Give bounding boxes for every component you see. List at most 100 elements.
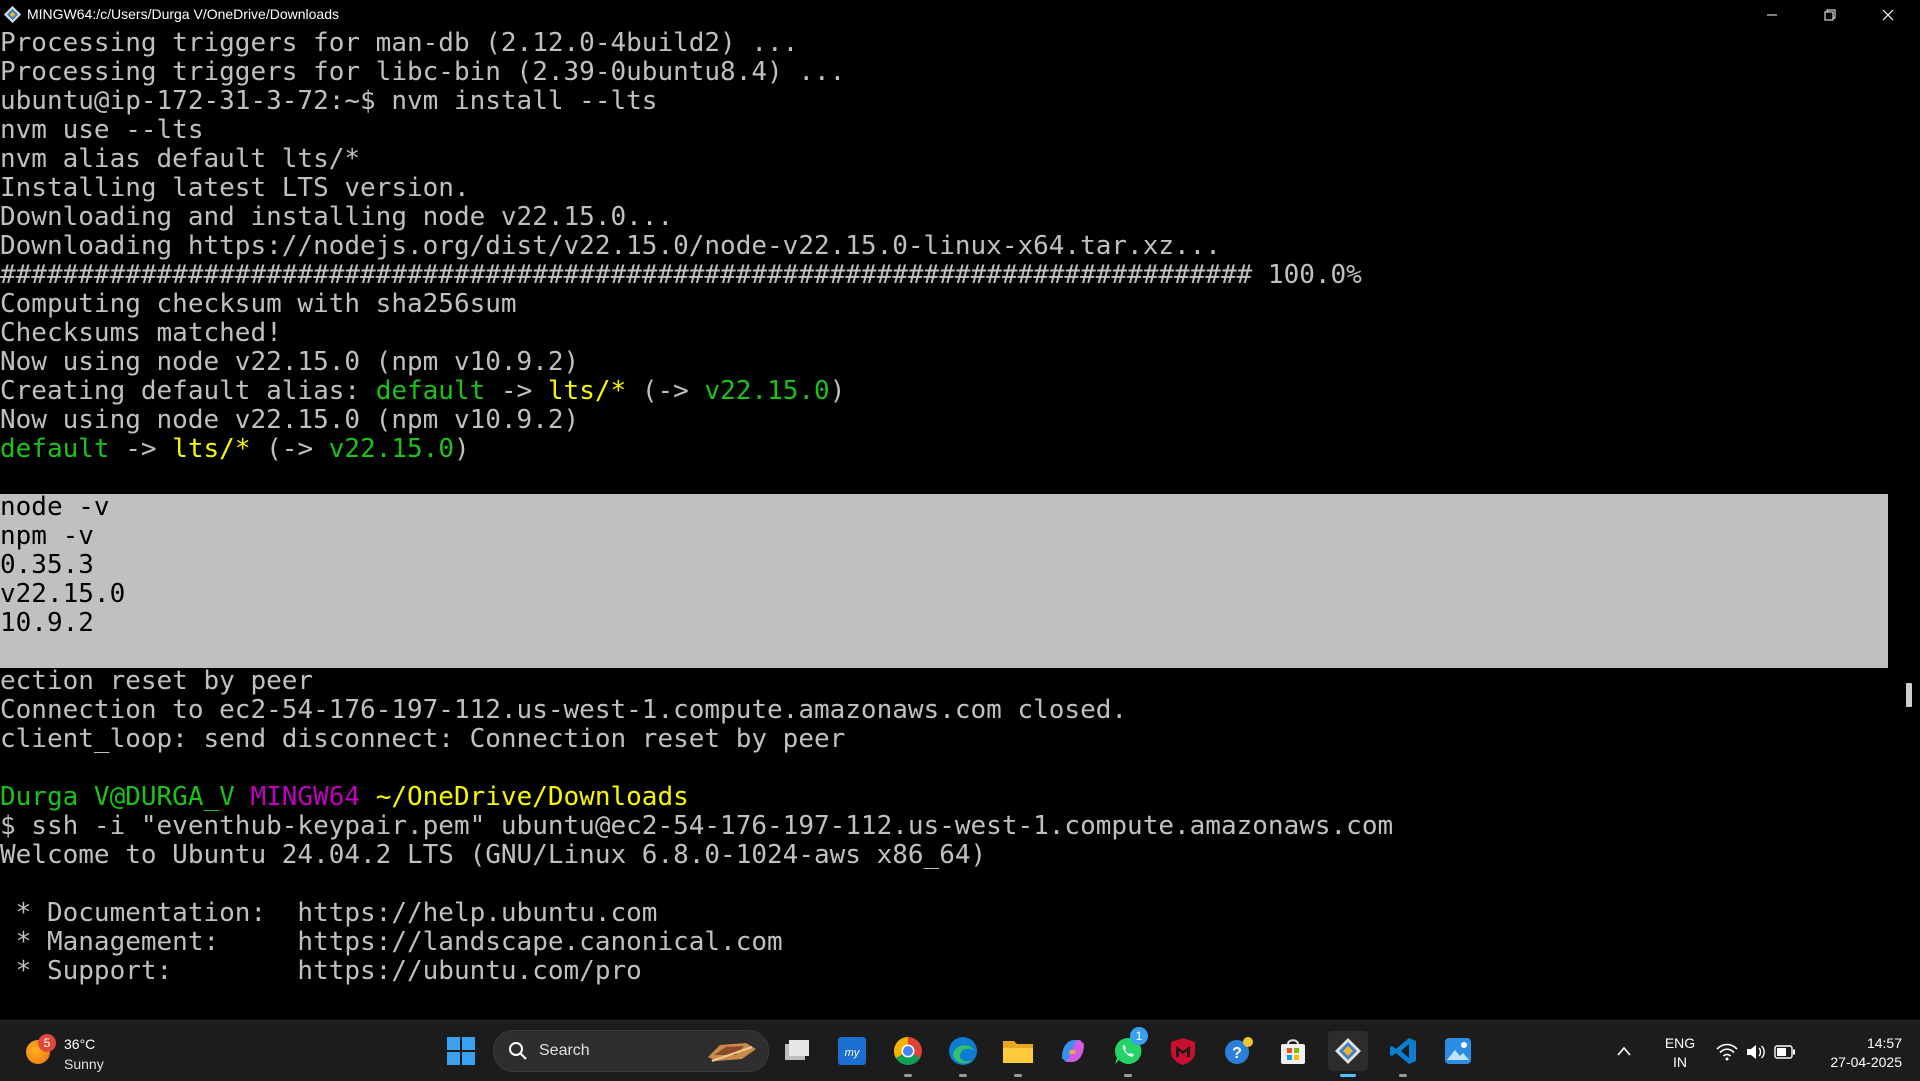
chrome-button[interactable]: [888, 1031, 928, 1077]
photos-icon: [1445, 1038, 1471, 1064]
terminal-output[interactable]: Processing triggers for man-db (2.12.0-4…: [0, 29, 1888, 1019]
terminal-line: Durga V@DURGA_V MINGW64 ~/OneDrive/Downl…: [0, 783, 689, 812]
hp-app-button[interactable]: my: [832, 1031, 872, 1071]
terminal-text-segment: 0.35.3: [0, 550, 94, 580]
terminal-line: ########################################…: [0, 261, 1362, 290]
minimize-icon: [1767, 14, 1777, 15]
svg-text:?: ?: [1232, 1045, 1242, 1062]
terminal-text-segment: ubuntu@ip-172-31-3-72:~$ nvm --version: [0, 463, 595, 493]
photos-button[interactable]: [1438, 1031, 1478, 1071]
active-indicator: [1340, 1074, 1356, 1077]
window-title: MINGW64:/c/Users/Durga V/OneDrive/Downlo…: [27, 6, 339, 22]
terminal-text-segment: default: [375, 376, 486, 406]
terminal-text-segment: ########################################…: [0, 260, 1362, 290]
notification-badge: 1: [1130, 1027, 1148, 1045]
terminal-text-segment: Processing triggers for libc-bin (2.39-0…: [0, 57, 846, 87]
get-help-icon: ?: [1225, 1037, 1253, 1064]
vscode-button[interactable]: [1383, 1031, 1423, 1077]
terminal-line: ection reset by peer: [0, 667, 313, 696]
terminal-text-segment: lts/*: [547, 376, 627, 406]
restore-button[interactable]: [1801, 0, 1859, 29]
terminal-text-segment: default: [0, 434, 110, 464]
search-highlight-image-icon: [708, 1043, 756, 1062]
taskbar-search-box[interactable]: Search: [493, 1030, 769, 1072]
mcafee-icon: [1171, 1038, 1195, 1065]
terminal-line: v22.15.0: [0, 580, 125, 609]
vscode-icon: [1390, 1038, 1416, 1064]
terminal-line: 0.35.3: [0, 551, 94, 580]
terminal-text-segment: Creating default alias:: [0, 376, 376, 406]
terminal-text-segment: ~/OneDrive/Downloads: [375, 782, 689, 812]
copilot-icon: [1062, 1040, 1084, 1062]
running-indicator: [1399, 1074, 1407, 1077]
terminal-scrollbar-thumb[interactable]: [1906, 683, 1912, 707]
system-status-button[interactable]: [1710, 1035, 1800, 1069]
input-language-indicator[interactable]: ENG IN: [1660, 1033, 1700, 1073]
git-bash-button[interactable]: [1328, 1031, 1368, 1077]
git-bash-icon: [1335, 1038, 1361, 1064]
terminal-line: Installing latest LTS version.: [0, 174, 470, 203]
terminal-text-segment: Now using node v22.15.0 (npm v10.9.2): [0, 405, 580, 435]
minimize-button[interactable]: [1743, 0, 1801, 29]
close-button[interactable]: [1859, 0, 1917, 29]
terminal-line: node -v: [0, 493, 110, 522]
terminal-text-segment: * Documentation: https://help.ubuntu.com: [0, 898, 658, 928]
clock[interactable]: 14:57 27-04-2025: [1810, 1033, 1906, 1073]
mcafee-button[interactable]: [1163, 1031, 1203, 1071]
start-button[interactable]: [441, 1031, 481, 1071]
terminal-line: ubuntu@ip-172-31-3-72:~$ nvm --version: [0, 464, 595, 493]
weather-widget[interactable]: 5 36°C Sunny: [26, 1030, 136, 1074]
terminal-text-segment: npm -v: [0, 521, 94, 551]
terminal-line: Creating default alias: default -> lts/*…: [0, 377, 845, 406]
get-help-button[interactable]: ?: [1218, 1031, 1258, 1071]
terminal-text-segment: Downloading and installing node v22.15.0…: [0, 202, 674, 232]
terminal-line: * Support: https://ubuntu.com/pro: [0, 957, 642, 986]
microsoft-store-button[interactable]: [1273, 1031, 1313, 1071]
terminal-line: $ ssh -i "eventhub-keypair.pem" ubuntu@e…: [0, 812, 1393, 841]
terminal-text-segment: Durga V@DURGA_V: [0, 782, 251, 812]
terminal-text-segment: (->: [250, 434, 329, 464]
terminal-text-segment: Connection to ec2-54-176-197-112.us-west…: [0, 695, 1128, 725]
terminal-line: npm -v: [0, 522, 94, 551]
title-bar[interactable]: MINGW64:/c/Users/Durga V/OneDrive/Downlo…: [0, 0, 1920, 29]
store-icon: [1281, 1039, 1305, 1064]
terminal-text-segment: node -v: [0, 492, 110, 522]
weather-condition: Sunny: [64, 1056, 104, 1072]
battery-icon: [1774, 1045, 1795, 1059]
terminal-line: ubuntu@ip-172-31-3-72:~$ nvm install --l…: [0, 87, 657, 116]
search-label: Search: [539, 1042, 590, 1059]
close-icon: [1882, 9, 1894, 20]
edge-button[interactable]: [943, 1031, 983, 1077]
terminal-text-segment: ): [454, 434, 470, 464]
show-hidden-icons-button[interactable]: [1612, 1031, 1636, 1071]
terminal-line: nvm alias default lts/*: [0, 145, 360, 174]
terminal-line: Processing triggers for libc-bin (2.39-0…: [0, 58, 845, 87]
terminal-line: nvm use --lts: [0, 116, 204, 145]
terminal-text-segment: Processing triggers for man-db (2.12.0-4…: [0, 29, 799, 58]
file-explorer-icon: [1003, 1041, 1033, 1063]
copilot-button[interactable]: [1053, 1031, 1093, 1071]
terminal-text-segment: ->: [109, 434, 173, 464]
terminal-line: Now using node v22.15.0 (npm v10.9.2): [0, 348, 579, 377]
terminal-text-segment: 10.9.2: [0, 608, 94, 638]
running-indicator: [1014, 1074, 1022, 1077]
terminal-text-segment: ubuntu@ip-172-31-3-72:~$ nvm install --l…: [0, 86, 658, 116]
restore-icon: [1824, 9, 1836, 20]
file-explorer-button[interactable]: [998, 1031, 1038, 1077]
task-view-button[interactable]: [777, 1031, 817, 1071]
clock-time: 14:57: [1866, 1035, 1902, 1051]
wifi-icon: [1716, 1043, 1738, 1061]
whatsapp-button[interactable]: 1: [1108, 1027, 1148, 1077]
terminal-text-segment: (->: [626, 376, 705, 406]
chrome-icon: [894, 1037, 922, 1065]
running-indicator: [904, 1074, 912, 1077]
language-code: ENG: [1664, 1035, 1696, 1051]
terminal-text-segment: Installing latest LTS version.: [0, 173, 470, 203]
terminal-text-segment: ): [829, 376, 846, 406]
hp-icon: my: [838, 1037, 866, 1065]
terminal-line: Checksums matched!: [0, 319, 282, 348]
taskbar: 5 36°C Sunny Search my 1 ? ENG IN 14:57 …: [0, 1020, 1920, 1081]
terminal-line: Computing checksum with sha256sum: [0, 290, 517, 319]
terminal-line: Connection to ec2-54-176-197-112.us-west…: [0, 696, 1127, 725]
terminal-text-segment: ->: [485, 376, 548, 406]
